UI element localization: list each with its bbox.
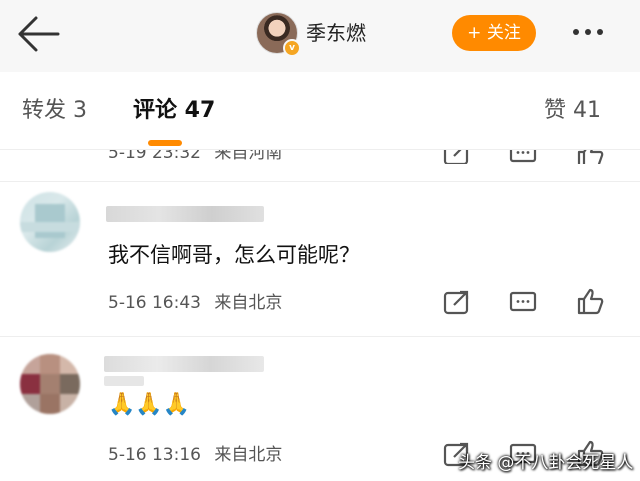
comment-username-blurred[interactable] xyxy=(106,206,264,222)
comment-badge-blurred xyxy=(104,376,144,386)
like-thumb-icon xyxy=(577,288,604,315)
comment-location: 来自河南 xyxy=(214,150,283,163)
tab-like[interactable]: 赞 41 xyxy=(544,96,601,126)
comment-avatar[interactable] xyxy=(20,192,80,252)
comment-location: 来自北京 xyxy=(214,293,283,313)
comment-divider xyxy=(0,181,640,182)
comment-divider xyxy=(0,336,640,337)
comment-icon xyxy=(509,150,537,163)
comment-time: 5-16 16:43 xyxy=(108,293,201,313)
share-button[interactable] xyxy=(442,150,472,164)
back-arrow-icon xyxy=(18,16,60,52)
back-button[interactable] xyxy=(14,12,62,56)
username[interactable]: 季东燃 xyxy=(306,18,366,48)
share-icon xyxy=(443,150,469,164)
comment-meta: 5-16 13:16 来自北京 xyxy=(108,444,282,466)
watermark: 头条 @不八卦会死星人 xyxy=(458,453,634,473)
share-icon xyxy=(443,290,469,315)
share-button[interactable] xyxy=(442,289,472,317)
comment-location: 来自北京 xyxy=(214,445,283,465)
comment-text: 我不信啊哥，怎么可能呢？ xyxy=(108,243,360,267)
like-button[interactable] xyxy=(575,150,605,164)
follow-button[interactable]: + 关注 xyxy=(452,15,536,51)
tab-repost[interactable]: 转发 3 xyxy=(22,96,87,126)
user-avatar[interactable]: v xyxy=(256,12,301,57)
active-tab-indicator xyxy=(148,140,182,146)
tab-comment[interactable]: 评论 47 xyxy=(133,96,215,126)
comment-meta-partial: 5-19 23:32 来自河南 xyxy=(108,150,282,164)
reply-button[interactable] xyxy=(508,150,538,164)
comment-avatar[interactable] xyxy=(20,354,80,414)
comment-icon xyxy=(509,291,537,312)
comment-username-blurred[interactable] xyxy=(104,356,264,372)
reply-button[interactable] xyxy=(508,289,538,317)
like-thumb-icon xyxy=(577,150,604,164)
more-button[interactable] xyxy=(570,20,614,44)
like-button[interactable] xyxy=(575,287,605,315)
comment-time: 5-16 13:16 xyxy=(108,445,201,465)
comment-meta: 5-16 16:43 来自北京 xyxy=(108,292,282,314)
comment-text: 🙏🙏🙏 xyxy=(108,392,191,417)
comment-row-partial: 5-19 23:32 来自河南 xyxy=(0,150,640,164)
verified-badge-icon: v xyxy=(283,39,301,57)
comment-time: 5-19 23:32 xyxy=(108,150,201,163)
more-dots-icon xyxy=(570,29,606,48)
